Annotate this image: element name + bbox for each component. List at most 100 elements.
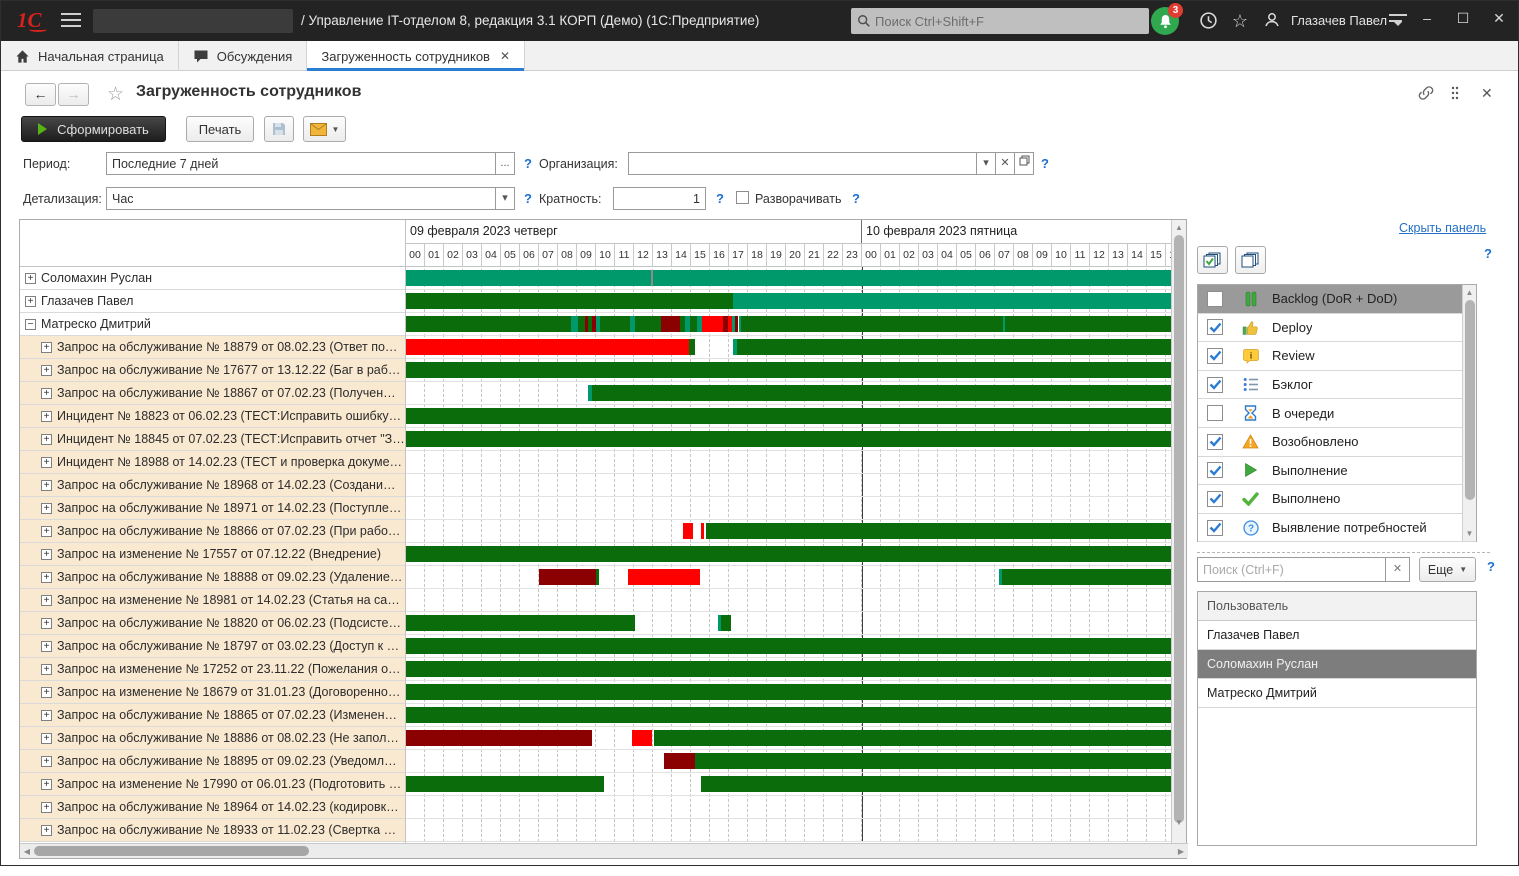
task-row[interactable]: +Запрос на обслуживание № 17677 от 13.12… bbox=[20, 359, 405, 382]
close-window-button[interactable]: ✕ bbox=[1487, 10, 1511, 27]
vertical-scroll-thumb[interactable] bbox=[1174, 235, 1184, 823]
close-form-icon[interactable]: ✕ bbox=[1481, 85, 1493, 102]
tab-home[interactable]: Начальная страница bbox=[1, 41, 179, 71]
global-search-input[interactable] bbox=[875, 14, 1125, 29]
expand-icon[interactable]: + bbox=[25, 273, 36, 284]
gantt-bar-green[interactable] bbox=[1002, 569, 1172, 585]
task-row[interactable]: +Инцидент № 18988 от 14.02.23 (ТЕСТ и пр… bbox=[20, 451, 405, 474]
save-button[interactable] bbox=[264, 116, 294, 142]
current-user-name[interactable]: Глазачев Павел bbox=[1291, 13, 1387, 28]
detail-input[interactable] bbox=[106, 187, 496, 210]
expand-help-icon[interactable]: ? bbox=[852, 191, 860, 206]
organization-input[interactable] bbox=[628, 152, 977, 175]
panel-help-icon[interactable]: ? bbox=[1484, 246, 1492, 261]
gantt-bar-green[interactable] bbox=[737, 339, 1172, 355]
gantt-bar-teal[interactable] bbox=[571, 316, 578, 332]
legend-item[interactable]: Бэклог bbox=[1198, 371, 1476, 400]
user-search-input[interactable] bbox=[1197, 557, 1386, 582]
gantt-bar-green[interactable] bbox=[406, 615, 635, 631]
legend-item[interactable]: ?Выявление потребностей bbox=[1198, 514, 1476, 543]
expand-icon[interactable]: + bbox=[41, 411, 52, 422]
scroll-down-icon[interactable]: ▼ bbox=[1172, 818, 1186, 827]
expand-icon[interactable]: + bbox=[41, 434, 52, 445]
gantt-bar-green[interactable] bbox=[406, 776, 604, 792]
expand-icon[interactable]: + bbox=[41, 618, 52, 629]
task-row[interactable]: +Запрос на обслуживание № 18820 от 06.02… bbox=[20, 612, 405, 635]
employee-row[interactable]: +Соломахин Руслан bbox=[20, 267, 405, 290]
legend-checkbox[interactable] bbox=[1207, 434, 1223, 450]
gantt-bar-green[interactable] bbox=[654, 730, 1172, 746]
generate-button[interactable]: Сформировать bbox=[21, 116, 166, 142]
check-all-button[interactable] bbox=[1197, 246, 1228, 274]
user-search-clear-icon[interactable]: ✕ bbox=[1386, 557, 1410, 582]
favorites-star-icon[interactable]: ☆ bbox=[1229, 11, 1251, 31]
task-row[interactable]: +Запрос на обслуживание № 18866 от 07.02… bbox=[20, 520, 405, 543]
employee-row[interactable]: −Матреско Дмитрий bbox=[20, 313, 405, 336]
legend-checkbox[interactable] bbox=[1207, 348, 1223, 364]
expand-icon[interactable]: + bbox=[41, 664, 52, 675]
legend-checkbox[interactable] bbox=[1207, 291, 1223, 307]
period-help-icon[interactable]: ? bbox=[524, 156, 532, 171]
task-row[interactable]: +Запрос на обслуживание № 18895 от 09.02… bbox=[20, 750, 405, 773]
task-row[interactable]: +Запрос на изменение № 17252 от 23.11.22… bbox=[20, 658, 405, 681]
gantt-bar-red[interactable] bbox=[683, 523, 693, 539]
task-row[interactable]: +Запрос на обслуживание № 18933 от 11.02… bbox=[20, 819, 405, 842]
forward-button[interactable]: → bbox=[58, 83, 89, 106]
expand-icon[interactable]: + bbox=[41, 365, 52, 376]
organization-dropdown-icon[interactable]: ▾ bbox=[977, 152, 996, 175]
gantt-bar-maroon[interactable] bbox=[539, 569, 596, 585]
favorite-page-star-icon[interactable]: ☆ bbox=[107, 83, 124, 106]
maximize-button[interactable]: ☐ bbox=[1451, 10, 1475, 27]
legend-checkbox[interactable] bbox=[1207, 520, 1223, 536]
task-row[interactable]: +Запрос на изменение № 17557 от 07.12.22… bbox=[20, 543, 405, 566]
detail-help-icon[interactable]: ? bbox=[524, 191, 532, 206]
gantt-bar-green[interactable] bbox=[406, 431, 1172, 447]
period-more-button[interactable]: ... bbox=[496, 152, 515, 175]
scroll-right-icon[interactable]: ▶ bbox=[1176, 847, 1186, 856]
gantt-bar-green[interactable] bbox=[1005, 316, 1171, 332]
user-icon[interactable] bbox=[1261, 11, 1283, 31]
employee-row[interactable]: +Глазачев Павел bbox=[20, 290, 405, 313]
organization-open-icon[interactable] bbox=[1015, 152, 1034, 175]
task-row[interactable]: +Запрос на обслуживание № 18867 от 07.02… bbox=[20, 382, 405, 405]
gantt-bar-green[interactable] bbox=[406, 684, 1172, 700]
gantt-bar-maroon[interactable] bbox=[661, 316, 680, 332]
detail-dropdown-icon[interactable]: ▾ bbox=[496, 187, 515, 210]
gantt-bar-maroon[interactable] bbox=[664, 753, 694, 769]
gantt-bar-green[interactable] bbox=[406, 316, 571, 332]
expand-icon[interactable]: + bbox=[41, 687, 52, 698]
gantt-bar-green[interactable] bbox=[695, 753, 1172, 769]
task-row[interactable]: +Запрос на обслуживание № 18971 от 14.02… bbox=[20, 497, 405, 520]
gantt-bar-green[interactable] bbox=[600, 316, 630, 332]
task-row[interactable]: +Запрос на изменение № 18981 от 14.02.23… bbox=[20, 589, 405, 612]
expand-icon[interactable]: + bbox=[41, 503, 52, 514]
gantt-bar-red[interactable] bbox=[628, 569, 700, 585]
organization-clear-icon[interactable]: ✕ bbox=[996, 152, 1015, 175]
gantt-bar-green[interactable] bbox=[406, 546, 1172, 562]
more-button[interactable]: Еще▼ bbox=[1419, 557, 1476, 582]
legend-item[interactable]: iReview bbox=[1198, 342, 1476, 371]
expand-icon[interactable]: + bbox=[41, 572, 52, 583]
gantt-bar-green[interactable] bbox=[406, 293, 733, 309]
gantt-bar-green[interactable] bbox=[592, 385, 1172, 401]
expand-icon[interactable]: + bbox=[41, 457, 52, 468]
legend-item[interactable]: Deploy bbox=[1198, 314, 1476, 343]
gantt-bar-green[interactable] bbox=[406, 661, 1172, 677]
gantt-bar-green[interactable] bbox=[690, 316, 697, 332]
gantt-horizontal-scrollbar[interactable]: ◀ ▶ bbox=[20, 843, 1188, 858]
legend-scroll-up-icon[interactable]: ▲ bbox=[1463, 288, 1476, 297]
expand-icon[interactable]: + bbox=[41, 641, 52, 652]
legend-scrollbar[interactable]: ▲ ▼ bbox=[1462, 285, 1476, 541]
service-menu-icon[interactable] bbox=[1389, 14, 1407, 44]
gantt-bar-red[interactable] bbox=[702, 316, 723, 332]
gantt-bar-red[interactable] bbox=[632, 730, 652, 746]
task-row[interactable]: +Запрос на обслуживание № 18865 от 07.02… bbox=[20, 704, 405, 727]
gantt-bar-maroon[interactable] bbox=[406, 730, 592, 746]
gantt-bar-teal[interactable] bbox=[406, 270, 1172, 286]
legend-checkbox[interactable] bbox=[1207, 491, 1223, 507]
gantt-bar-green[interactable] bbox=[596, 569, 599, 585]
collapse-icon[interactable]: − bbox=[25, 319, 36, 330]
organization-help-icon[interactable]: ? bbox=[1041, 156, 1049, 171]
legend-item[interactable]: Backlog (DoR + DoD) bbox=[1198, 285, 1476, 314]
period-input[interactable] bbox=[106, 152, 496, 175]
